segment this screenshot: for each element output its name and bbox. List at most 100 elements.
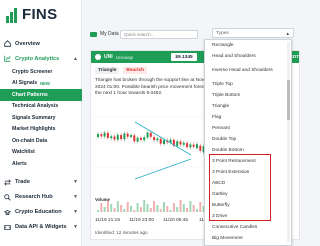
- sidebar-item-crypto-analytics[interactable]: Crypto Analytics ▲: [0, 51, 82, 66]
- search-input[interactable]: Quick search...: [120, 29, 198, 39]
- dropdown-option[interactable]: Triple Bottom: [205, 90, 291, 101]
- types-select[interactable]: Types ▲: [212, 28, 294, 38]
- dropdown-option[interactable]: Consecutive Candles: [205, 222, 291, 233]
- sidebar-item-crypto-education[interactable]: Crypto Education ▼: [0, 205, 82, 220]
- candle: [103, 132, 106, 137]
- dropdown-option[interactable]: 3 Drive: [205, 211, 291, 222]
- chart-svg: Volume 11/19 21:15 11/19 23:00 11/20 05:…: [93, 116, 219, 223]
- candle: [100, 134, 103, 137]
- dropdown-option[interactable]: ABCD: [205, 178, 291, 189]
- coin-symbol: UNI: [104, 54, 113, 60]
- sidebar-item-watchlist[interactable]: Watchlist: [0, 147, 82, 159]
- volume-bar: [116, 201, 119, 212]
- dropdown-option[interactable]: Rectangle: [205, 40, 291, 51]
- chevron-up-icon: ▲: [73, 55, 78, 62]
- volume-bar: [156, 205, 159, 212]
- volume-bar: [126, 202, 129, 212]
- dropdown-option[interactable]: Triangle: [205, 101, 291, 112]
- logo[interactable]: FINS: [6, 6, 57, 23]
- support-line: [134, 158, 192, 180]
- pattern-card[interactable]: UNI Uniswap $9.1345 Triangle Bearish Tri…: [90, 50, 219, 240]
- volume-bar: [113, 208, 116, 212]
- sidebar-item-crypto-screener[interactable]: Crypto Screener: [0, 66, 82, 78]
- tag-row: Triangle Bearish: [95, 67, 148, 74]
- trade-icon: [4, 178, 11, 186]
- candle: [136, 137, 139, 142]
- dropdown-option[interactable]: Head and Shoulders: [205, 51, 291, 62]
- dropdown-option[interactable]: Triple Top: [205, 79, 291, 90]
- sidebar-item-trade[interactable]: Trade ▼: [0, 175, 82, 190]
- volume-bar: [100, 203, 103, 212]
- education-icon: [4, 209, 11, 215]
- pattern-tag: Triangle: [95, 67, 120, 74]
- volume-bar: [120, 205, 123, 212]
- sidebar-item-data-api[interactable]: Data API & Widgets ▼: [0, 220, 82, 235]
- volume-bar: [186, 208, 189, 212]
- sidebar-item-label: AI Signals: [12, 80, 38, 87]
- new-badge: NEW: [40, 80, 50, 86]
- sidebar-item-alerts[interactable]: Alerts: [0, 158, 82, 170]
- sidebar-item-market-highlights[interactable]: Market Highlights: [0, 124, 82, 136]
- sidebar-item-chart-patterns[interactable]: Chart Patterns: [0, 89, 82, 101]
- sidebar-item-research-hub[interactable]: Research Hub ▼: [0, 190, 82, 205]
- volume-bar: [179, 200, 182, 212]
- candle: [113, 136, 116, 140]
- volume-bar: [163, 202, 165, 212]
- chevron-down-icon: ▼: [73, 209, 78, 215]
- candle: [133, 135, 136, 142]
- volume-bar: [182, 204, 185, 212]
- chevron-down-icon: ▼: [73, 179, 78, 185]
- candle: [146, 132, 149, 138]
- dropdown-option[interactable]: Gartley: [205, 189, 291, 200]
- dropdown-option[interactable]: Pennant: [205, 123, 291, 134]
- volume-bar: [169, 210, 172, 212]
- sidebar-item-label: Crypto Analytics: [15, 55, 60, 62]
- candle: [156, 138, 159, 141]
- dropdown-option[interactable]: 3 Point Extension: [205, 167, 291, 178]
- dropdown-scrollbar-track[interactable]: [287, 42, 290, 242]
- dropdown-option[interactable]: Double Bottom: [205, 145, 291, 156]
- dropdown-option[interactable]: Double Top: [205, 134, 291, 145]
- candle: [199, 145, 202, 151]
- sidebar-item-signals-summary[interactable]: Signals Summary: [0, 112, 82, 124]
- candle: [159, 138, 162, 144]
- coin-logo-icon: [95, 54, 101, 60]
- folder-icon: [90, 31, 97, 37]
- api-icon: [4, 224, 11, 230]
- dropdown-option[interactable]: Big Movement: [205, 233, 291, 244]
- bearish-tag: Bearish: [123, 67, 148, 74]
- my-data-toggle[interactable]: My Data: [90, 31, 120, 37]
- volume-bar: [110, 204, 113, 212]
- volume-label: Volume: [95, 197, 110, 202]
- candle: [143, 137, 146, 141]
- chevron-down-icon: ▼: [73, 194, 78, 200]
- my-data-label: My Data: [100, 31, 119, 37]
- candle: [163, 140, 165, 144]
- candle: [149, 132, 152, 137]
- candle: [130, 135, 132, 137]
- types-dropdown[interactable]: Rectangle Head and Shoulders Inverse Hea…: [204, 39, 292, 246]
- pattern-description: Triangle has broken through the support …: [95, 78, 218, 96]
- volume-bar: [172, 203, 175, 212]
- dropdown-scrollbar-thumb[interactable]: [287, 80, 290, 120]
- volume-bar: [143, 200, 146, 212]
- sidebar-item-label: Data API & Widgets: [15, 224, 67, 230]
- sidebar-item-label: Trade: [15, 179, 30, 185]
- candle: [196, 144, 198, 149]
- sidebar-item-on-chain-data[interactable]: On-chain Data: [0, 135, 82, 147]
- sidebar-item-ai-signals[interactable]: AI Signals NEW: [0, 78, 82, 90]
- volume-bar: [136, 203, 139, 212]
- dropdown-option[interactable]: 3 Point Retracement: [205, 156, 291, 167]
- sidebar-item-technical-analysis[interactable]: Technical Analysis: [0, 101, 82, 113]
- logo-text: FINS: [22, 6, 58, 23]
- sidebar-item-overview[interactable]: Overview: [0, 36, 82, 51]
- candle: [106, 132, 109, 138]
- volume-bar: [103, 207, 106, 212]
- dropdown-option[interactable]: Inverse Head and Shoulders: [205, 62, 291, 79]
- search-placeholder: Quick search...: [124, 31, 155, 37]
- dropdown-option[interactable]: Flag: [205, 112, 291, 123]
- candlestick-chart[interactable]: Volume 11/19 21:15 11/19 23:00 11/20 05:…: [93, 97, 219, 225]
- dropdown-option[interactable]: Butterfly: [205, 200, 291, 211]
- volume-bar: [123, 209, 126, 212]
- candle: [139, 137, 142, 140]
